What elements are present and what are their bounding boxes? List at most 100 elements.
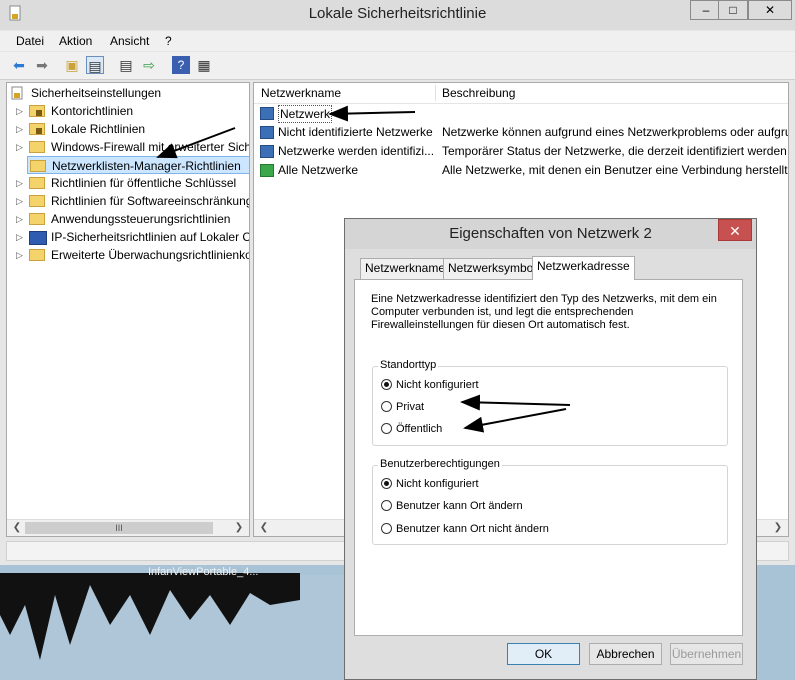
radio-indicator[interactable] — [381, 423, 392, 434]
column-divider[interactable] — [435, 85, 436, 101]
dialog-close-button[interactable]: ✕ — [718, 219, 752, 241]
tree-item-label: Anwendungssteuerungsrichtlinien — [51, 212, 231, 226]
network-description: Netzwerke können aufgrund eines Netzwerk… — [442, 125, 789, 139]
tree-item[interactable]: ▷ Richtlinien für öffentliche Schlüssel — [7, 174, 249, 192]
radio-nicht-konfiguriert[interactable]: Nicht konfiguriert — [381, 379, 479, 392]
network-name: Netzwerke werden identifizi... — [278, 144, 435, 158]
expand-icon[interactable]: ▷ — [16, 174, 23, 192]
expand-icon[interactable]: ▷ — [16, 192, 23, 210]
tree-hscrollbar[interactable]: ❮ III ❯ — [7, 519, 249, 536]
radio-indicator[interactable] — [381, 478, 392, 489]
desktop-shortcut-label[interactable]: InfanViewPortable_4... — [148, 566, 258, 578]
tree-item-label: Richtlinien für Softwareeinschränkung — [51, 194, 250, 208]
close-button[interactable]: ✕ — [748, 0, 792, 20]
menu-ansicht[interactable]: Ansicht — [110, 34, 149, 48]
tree-item[interactable]: ▷ IP-Sicherheitsrichtlinien auf Lokaler C — [7, 228, 249, 246]
list-row[interactable]: Nicht identifizierte Netzwerke Netzwerke … — [254, 123, 789, 142]
export-icon[interactable]: ⇨ — [140, 56, 158, 74]
view-icon[interactable]: ▦ — [195, 56, 213, 74]
scroll-left-icon[interactable]: ❮ — [9, 520, 25, 536]
list-header: Netzwerkname Beschreibung — [254, 83, 788, 104]
network-name: Nicht identifizierte Netzwerke — [278, 125, 433, 139]
standorttyp-label: Standorttyp — [378, 359, 439, 371]
folder-icon — [29, 213, 45, 225]
radio-label: Benutzer kann Ort nicht ändern — [396, 523, 549, 535]
security-settings-icon — [11, 86, 23, 100]
tree-item[interactable]: ▷ Windows-Firewall mit erweiterter Sich — [7, 138, 249, 156]
radio-privat[interactable]: Privat — [381, 401, 424, 414]
lock-folder-icon — [29, 123, 45, 135]
column-header-description[interactable]: Beschreibung — [442, 86, 515, 100]
shield-computer-icon — [29, 231, 47, 245]
tree-item-label: Netzwerklisten-Manager-Richtlinien — [52, 159, 241, 173]
menu-bar: Datei Aktion Ansicht ? — [0, 31, 795, 51]
radio-indicator[interactable] — [381, 523, 392, 534]
apply-button[interactable]: Übernehmen — [670, 643, 743, 665]
tab-netzwerkadresse[interactable]: Netzwerkadresse — [532, 256, 635, 280]
benutzerberechtigungen-group: Benutzerberechtigungen Nicht konfigurier… — [372, 458, 728, 545]
maximize-button[interactable]: □ — [718, 0, 748, 20]
back-icon[interactable]: ⬅ — [10, 56, 28, 74]
folder-icon — [29, 249, 45, 261]
list-row[interactable]: Netzwerk — [254, 104, 788, 123]
expand-icon[interactable]: ▷ — [16, 102, 23, 120]
radio-indicator[interactable] — [381, 500, 392, 511]
expand-icon[interactable]: ▷ — [16, 138, 23, 156]
up-folder-icon[interactable]: ▣ — [63, 56, 81, 74]
scroll-right-icon[interactable]: ❯ — [231, 520, 247, 536]
folder-icon — [30, 160, 46, 172]
forward-icon[interactable]: ➡ — [33, 56, 51, 74]
tree-root[interactable]: Sicherheitseinstellungen — [7, 84, 249, 102]
menu-datei[interactable]: Datei — [16, 34, 44, 48]
tree-item-label: Windows-Firewall mit erweiterter Sich — [51, 140, 250, 154]
tab-netzwerkname[interactable]: Netzwerkname — [360, 258, 451, 279]
expand-icon[interactable]: ▷ — [16, 246, 23, 264]
dialog-title-bar[interactable]: Eigenschaften von Netzwerk 2 ✕ — [345, 219, 756, 249]
help-icon[interactable]: ? — [172, 56, 190, 74]
tree-item[interactable]: ▷ Anwendungssteuerungsrichtlinien — [7, 210, 249, 228]
list-row[interactable]: Netzwerke werden identifizi... Temporärer… — [254, 142, 789, 161]
properties-icon[interactable]: ▤ — [117, 56, 135, 74]
network-name: Alle Netzwerke — [278, 163, 359, 177]
cancel-button[interactable]: Abbrechen — [589, 643, 662, 665]
tree-item-label: Erweiterte Überwachungsrichtlinienko — [51, 248, 250, 262]
tree-item[interactable]: ▷ Kontorichtlinien — [7, 102, 249, 120]
ok-button[interactable]: OK — [507, 643, 580, 665]
tree-item[interactable]: Netzwerklisten-Manager-Richtlinien — [27, 156, 249, 174]
title-bar[interactable]: Lokale Sicherheitsrichtlinie – □ ✕ — [0, 0, 795, 30]
tab-netzwerksymbol[interactable]: Netzwerksymbol — [443, 258, 542, 279]
show-hide-tree-icon[interactable]: ▤ — [86, 56, 104, 74]
tree-item[interactable]: ▷ Richtlinien für Softwareeinschränkung — [7, 192, 249, 210]
list-row[interactable]: Alle Netzwerke Alle Netzwerke, mit denen … — [254, 161, 788, 180]
radio-user-kann-aendern[interactable]: Benutzer kann Ort ändern — [381, 500, 523, 513]
column-header-name[interactable]: Netzwerkname — [261, 86, 341, 100]
tree-item-label: Kontorichtlinien — [51, 104, 134, 118]
radio-user-kann-nicht-aendern[interactable]: Benutzer kann Ort nicht ändern — [381, 523, 549, 536]
tree-pane: Sicherheitseinstellungen ▷ Kontorichtlini… — [6, 82, 250, 537]
tree-item-label: IP-Sicherheitsrichtlinien auf Lokaler C — [51, 230, 250, 244]
radio-user-nicht-konfiguriert[interactable]: Nicht konfiguriert — [381, 478, 479, 491]
menu-aktion[interactable]: Aktion — [59, 34, 92, 48]
radio-indicator[interactable] — [381, 401, 392, 412]
expand-icon[interactable]: ▷ — [16, 228, 23, 246]
scroll-left-icon[interactable]: ❮ — [256, 520, 272, 536]
radio-label: Nicht konfiguriert — [396, 379, 479, 391]
network-icon — [260, 145, 274, 158]
network-icon — [260, 126, 274, 139]
toolbar: ⬅ ➡ ▣ ▤ ▤ ⇨ ? ▦ — [0, 52, 795, 80]
scroll-thumb[interactable]: III — [25, 522, 213, 534]
radio-indicator[interactable] — [381, 379, 392, 390]
tree-item[interactable]: ▷ Lokale Richtlinien — [7, 120, 249, 138]
network-description: Temporärer Status der Netzwerke, die der… — [442, 144, 789, 158]
properties-dialog: Eigenschaften von Netzwerk 2 ✕ Netzwerkn… — [344, 218, 757, 680]
menu-help[interactable]: ? — [165, 34, 172, 48]
network-check-icon — [260, 164, 274, 177]
scroll-right-icon[interactable]: ❯ — [770, 520, 786, 536]
description-text: Eine Netzwerkadresse identifiziert den T… — [371, 293, 717, 331]
folder-icon — [29, 141, 45, 153]
expand-icon[interactable]: ▷ — [16, 120, 23, 138]
network-icon — [260, 107, 274, 120]
tree-item[interactable]: ▷ Erweiterte Überwachungsrichtlinienko — [7, 246, 249, 264]
expand-icon[interactable]: ▷ — [16, 210, 23, 228]
radio-oeffentlich[interactable]: Öffentlich — [381, 423, 442, 436]
